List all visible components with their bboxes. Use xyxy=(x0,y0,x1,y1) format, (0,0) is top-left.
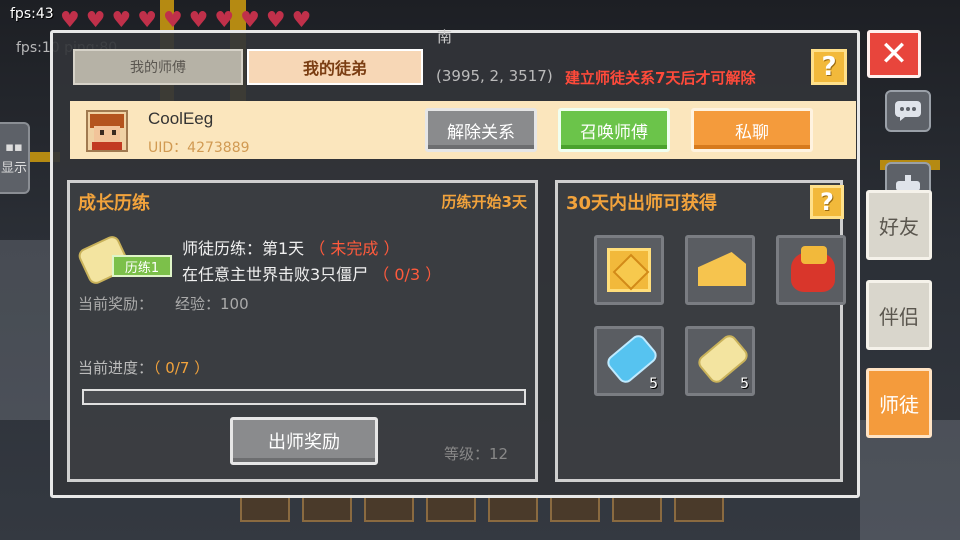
hotbar-slot[interactable] xyxy=(674,494,724,522)
golden-frame-icon xyxy=(607,248,651,292)
scroll-icon: 历练1 xyxy=(76,233,174,287)
hotbar-slot[interactable] xyxy=(364,494,414,522)
player-coordinates: (3995, 2, 3517) xyxy=(436,67,553,85)
hotbar-slot[interactable] xyxy=(240,494,290,522)
compass-direction: 南 xyxy=(437,28,453,46)
heart-icon: ♥ xyxy=(111,8,132,33)
rewards-title: 30天内出师可获得 xyxy=(566,193,718,214)
heart-icon: ♥ xyxy=(137,8,157,33)
training-tag: 历练1 xyxy=(112,255,172,277)
hotbar-slot[interactable] xyxy=(302,494,352,522)
task-count: （ 0/3 ） xyxy=(373,265,442,284)
help-icon[interactable]: ? xyxy=(810,185,844,219)
tab-my-mentor[interactable]: 我的师傅 xyxy=(73,49,243,85)
dialog-tabs: 我的师傅 我的徒弟 xyxy=(73,49,423,85)
mentor-apprentice-dialog: 我的师傅 我的徒弟 ? CoolEeg UID：4273889 解除关系 召唤师… xyxy=(50,30,860,498)
progress-value: （ 0/7 ） xyxy=(153,359,210,377)
hotbar-slot[interactable] xyxy=(550,494,600,522)
progress-label: 当前进度： xyxy=(78,359,154,377)
progress-bar xyxy=(82,389,526,405)
hotbar-slot[interactable] xyxy=(488,494,538,522)
current-progress: 当前进度：（ 0/7 ） xyxy=(78,357,209,378)
item-count: 5 xyxy=(649,376,658,392)
display-toggle[interactable]: ▪▪ 显示 xyxy=(0,122,30,194)
reward-slot[interactable] xyxy=(685,235,755,305)
task-desc-text: 在任意主世界击败3只僵尸 xyxy=(182,265,369,284)
heart-icon: ♥ xyxy=(60,8,80,33)
fps-counter: fps:43 xyxy=(10,6,54,22)
chat-icon[interactable] xyxy=(885,90,931,132)
item-count: 5 xyxy=(740,376,749,392)
hotbar-slot[interactable] xyxy=(426,494,476,522)
username: CoolEeg xyxy=(148,109,214,128)
heart-icon: ♥ xyxy=(291,8,312,33)
heart-icon: ♥ xyxy=(162,8,183,33)
growth-title: 成长历练 xyxy=(78,193,150,214)
current-reward: 当前奖励： 经验：100 xyxy=(78,293,249,314)
heart-icon: ♥ xyxy=(214,8,235,33)
health-hearts: ♥ ♥ ♥ ♥ ♥ ♥ ♥ ♥ ♥ ♥ xyxy=(60,10,311,32)
hotbar-slot[interactable] xyxy=(612,494,662,522)
heart-icon: ♥ xyxy=(240,8,260,33)
task-title-text: 师徒历练：第1天 xyxy=(182,239,305,258)
close-button[interactable]: ✕ xyxy=(867,30,921,78)
reward-slot[interactable] xyxy=(594,235,664,305)
graduation-reward-button[interactable]: 出师奖励 xyxy=(230,417,378,465)
heart-icon: ♥ xyxy=(265,8,286,33)
chat-bubble-icon: ▪▪ xyxy=(5,140,23,155)
player-level: 等级：12 xyxy=(444,445,509,463)
help-icon[interactable]: ? xyxy=(811,49,847,85)
task-description: 在任意主世界击败3只僵尸 （ 0/3 ） xyxy=(182,261,441,285)
heart-icon: ♥ xyxy=(188,8,209,33)
dissolve-warning: 建立师徒关系7天后才可解除 xyxy=(565,69,756,87)
dissolve-relationship-button[interactable]: 解除关系 xyxy=(425,108,537,152)
avatar xyxy=(86,110,128,152)
reward-slot[interactable]: 5 xyxy=(685,326,755,396)
cheese-icon xyxy=(698,252,746,286)
display-label: 显示 xyxy=(0,161,27,176)
reward-value: 经验：100 xyxy=(175,295,249,313)
summon-mentor-button[interactable]: 召唤师傅 xyxy=(558,108,670,152)
hotbar xyxy=(240,494,724,522)
sidebar-item-friends[interactable]: 好友 xyxy=(866,190,932,260)
user-uid: UID：4273889 xyxy=(148,140,250,156)
training-start-note: 历练开始3天 xyxy=(441,193,527,211)
tab-my-apprentice[interactable]: 我的徒弟 xyxy=(247,49,423,85)
growth-panel: 成长历练 历练开始3天 历练1 师徒历练：第1天 （ 未完成 ） 在任意主世界击… xyxy=(67,180,538,482)
task-status: （ 未完成 ） xyxy=(309,239,400,258)
reward-label: 当前奖励： xyxy=(78,295,154,313)
private-chat-button[interactable]: 私聊 xyxy=(691,108,813,152)
heart-icon: ♥ xyxy=(85,8,106,33)
reward-slot[interactable] xyxy=(776,235,846,305)
rewards-panel: 30天内出师可获得 ? 5 5 xyxy=(555,180,846,482)
sidebar-item-mentorship[interactable]: 师徒 xyxy=(866,368,932,438)
task-title: 师徒历练：第1天 （ 未完成 ） xyxy=(182,235,399,259)
reward-slot[interactable]: 5 xyxy=(594,326,664,396)
sidebar-item-partner[interactable]: 伴侣 xyxy=(866,280,932,350)
